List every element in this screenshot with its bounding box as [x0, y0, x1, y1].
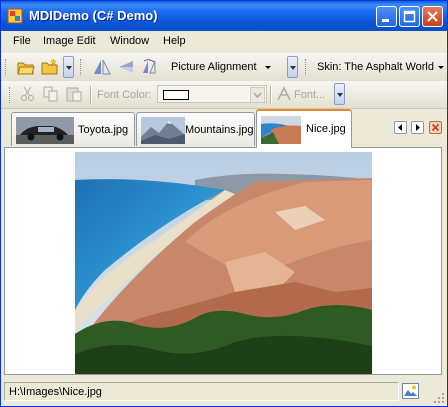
- maximize-button[interactable]: [399, 6, 420, 27]
- status-path-panel: H:\Images\Nice.jpg: [4, 382, 399, 401]
- toolbar-overflow-chevron[interactable]: [287, 56, 298, 78]
- minimize-button[interactable]: [376, 6, 397, 27]
- document-tab-strip: Toyota.jpg Mountains.jpg Nice.jpg: [1, 109, 447, 148]
- font-color-dropdown-button[interactable]: [250, 87, 265, 103]
- menu-help[interactable]: Help: [163, 35, 186, 47]
- menu-bar: File Image Edit Window Help: [1, 32, 447, 52]
- menu-window[interactable]: Window: [110, 35, 149, 47]
- toolbar-grip[interactable]: [9, 87, 13, 103]
- document-view: [4, 147, 442, 375]
- cut-icon[interactable]: [19, 85, 37, 103]
- toolbar-grip[interactable]: [305, 59, 309, 75]
- nice-coast-photo-thumbnail: [261, 116, 301, 144]
- chevron-left-icon: [398, 124, 402, 131]
- font-color-swatch: [163, 90, 189, 100]
- rotate-icon[interactable]: [140, 58, 158, 76]
- copy-icon[interactable]: [42, 85, 60, 103]
- tab-label: Nice.jpg: [306, 123, 346, 135]
- minimize-icon: [382, 19, 389, 22]
- chevron-down-icon: [253, 92, 262, 99]
- car-photo-thumbnail: [16, 117, 74, 144]
- flip-horizontal-icon[interactable]: [93, 58, 111, 76]
- close-button[interactable]: [422, 6, 443, 27]
- flip-vertical-icon[interactable]: [117, 58, 135, 76]
- maximize-icon: [403, 10, 416, 23]
- window-title: MDIDemo (C# Demo): [29, 8, 158, 23]
- paste-icon[interactable]: [65, 85, 83, 103]
- chevron-right-icon: [416, 124, 420, 131]
- nice-coastline-image: [75, 152, 372, 374]
- skin-label: Skin: The Asphalt World: [317, 61, 434, 73]
- toolbar-separator: [270, 86, 272, 104]
- font-button[interactable]: Font...: [294, 89, 325, 101]
- close-icon: [427, 11, 438, 22]
- tab-label: Toyota.jpg: [78, 124, 129, 136]
- tab-nice[interactable]: Nice.jpg: [256, 109, 352, 148]
- picture-alignment-dropdown[interactable]: Picture Alignment: [171, 61, 271, 73]
- font-icon[interactable]: [275, 85, 293, 103]
- toolbar-grip[interactable]: [80, 59, 84, 75]
- main-toolbar: Picture Alignment Skin: The Asphalt Worl…: [1, 53, 447, 82]
- font-color-combo[interactable]: [157, 85, 267, 103]
- menu-image-edit[interactable]: Image Edit: [43, 35, 96, 47]
- title-bar[interactable]: MDIDemo (C# Demo): [1, 1, 447, 31]
- open-folder-icon[interactable]: [17, 58, 35, 76]
- chevron-down-icon: [438, 65, 444, 69]
- toolbar-overflow-chevron[interactable]: [63, 56, 74, 78]
- scroll-tabs-left-button[interactable]: [394, 121, 407, 134]
- font-color-label: Font Color:: [97, 89, 152, 101]
- status-bar: H:\Images\Nice.jpg: [1, 379, 447, 406]
- image-icon: [402, 383, 419, 399]
- mountains-photo-thumbnail: [141, 117, 185, 144]
- scroll-tabs-right-button[interactable]: [411, 121, 424, 134]
- new-folder-icon[interactable]: [41, 58, 59, 76]
- toolbar-separator: [90, 86, 92, 104]
- toolbar-overflow-chevron[interactable]: [334, 83, 345, 105]
- tab-label: Mountains.jpg: [185, 124, 254, 136]
- resize-grip-icon[interactable]: [433, 392, 445, 404]
- status-path: H:\Images\Nice.jpg: [9, 386, 102, 398]
- edit-toolbar: Font Color: Font...: [1, 81, 447, 109]
- close-icon: [431, 123, 440, 132]
- skin-dropdown[interactable]: Skin: The Asphalt World: [317, 61, 444, 73]
- menu-file[interactable]: File: [13, 35, 31, 47]
- close-tab-button[interactable]: [429, 121, 442, 134]
- tab-toyota[interactable]: Toyota.jpg: [11, 112, 135, 146]
- app-icon[interactable]: [7, 8, 23, 24]
- chevron-down-icon: [264, 65, 271, 69]
- toolbar-grip[interactable]: [5, 59, 9, 75]
- picture-alignment-label: Picture Alignment: [171, 61, 257, 73]
- app-window: MDIDemo (C# Demo) File Image Edit Window…: [0, 0, 448, 407]
- tab-mountains[interactable]: Mountains.jpg: [136, 112, 255, 146]
